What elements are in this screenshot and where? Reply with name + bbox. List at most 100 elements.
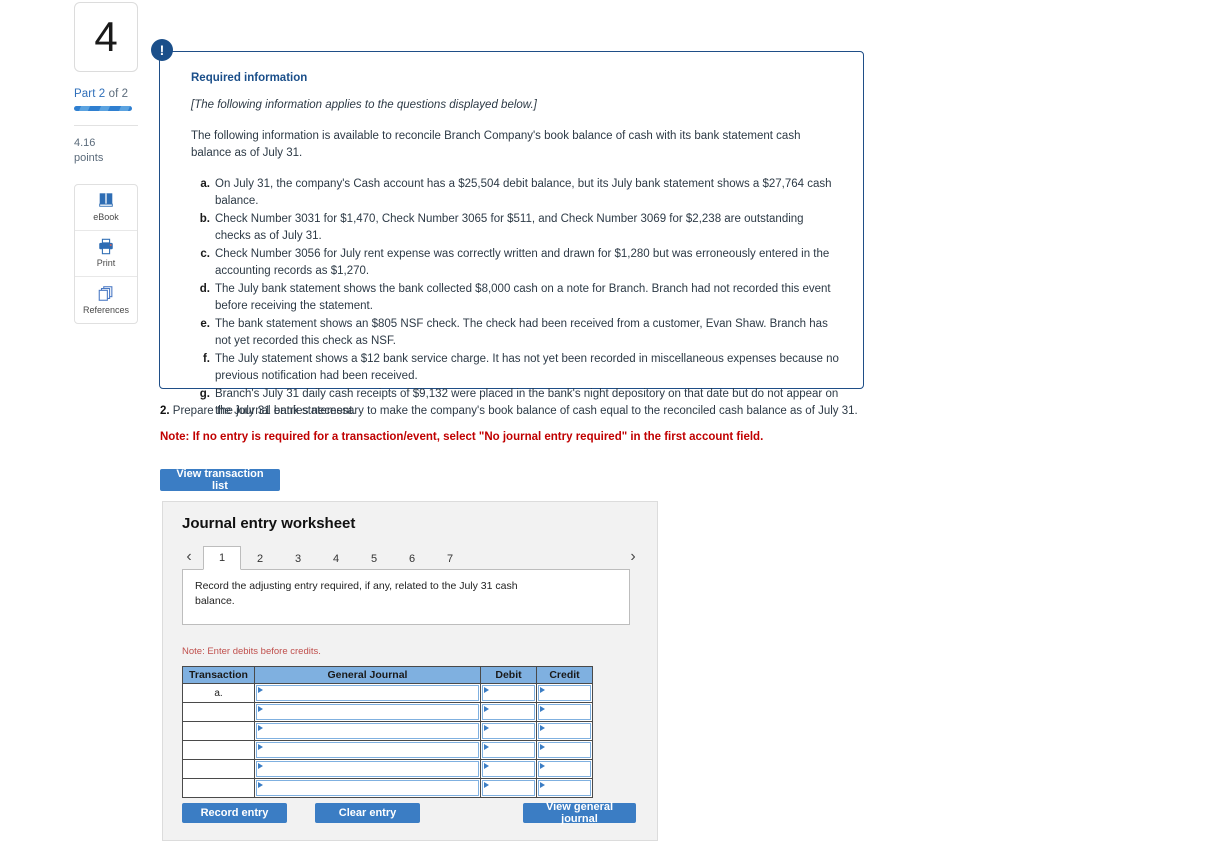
progress-stripe bbox=[118, 106, 131, 111]
credit-cell[interactable] bbox=[536, 759, 593, 779]
general-journal-cell[interactable] bbox=[254, 778, 481, 798]
credit-input[interactable] bbox=[538, 780, 591, 796]
credit-input[interactable] bbox=[538, 704, 591, 720]
sidebar-divider bbox=[74, 125, 138, 126]
fact-list: a. On July 31, the company's Cash accoun… bbox=[191, 176, 841, 420]
debit-cell[interactable] bbox=[480, 740, 537, 760]
applies-note: [The following information applies to th… bbox=[191, 99, 537, 111]
debit-input[interactable] bbox=[482, 742, 535, 758]
credit-input[interactable] bbox=[538, 761, 591, 777]
account-select[interactable] bbox=[256, 761, 479, 777]
general-journal-cell[interactable] bbox=[254, 702, 481, 722]
tab-6[interactable]: 6 bbox=[393, 546, 431, 570]
tool-stack: eBook Print References bbox=[74, 183, 138, 324]
list-item-text: Check Number 3056 for July rent expense … bbox=[215, 247, 830, 277]
worksheet-instruction-pane: Record the adjusting entry required, if … bbox=[182, 569, 630, 625]
account-select[interactable] bbox=[256, 723, 479, 739]
debit-cell[interactable] bbox=[480, 778, 537, 798]
tab-1[interactable]: 1 bbox=[203, 546, 241, 570]
debit-cell[interactable] bbox=[480, 702, 537, 722]
column-header-general-journal: General Journal bbox=[254, 666, 481, 684]
list-item: b. Check Number 3031 for $1,470, Check N… bbox=[191, 211, 841, 245]
points-unit: points bbox=[74, 151, 104, 164]
debit-cell[interactable] bbox=[480, 683, 537, 703]
account-select[interactable] bbox=[256, 704, 479, 720]
debit-cell[interactable] bbox=[480, 759, 537, 779]
assignment-page: 4 Part 2 of 2 4.16 points eBook Print Re… bbox=[0, 0, 1224, 857]
list-item: c. Check Number 3056 for July rent expen… bbox=[191, 246, 841, 280]
tab-2[interactable]: 2 bbox=[241, 546, 279, 570]
table-row bbox=[182, 740, 593, 760]
question-prompt-text: Prepare the journal entries necessary to… bbox=[169, 405, 858, 417]
general-journal-cell[interactable] bbox=[254, 759, 481, 779]
list-item-marker: d. bbox=[199, 282, 210, 295]
debits-before-credits-note: Note: Enter debits before credits. bbox=[182, 646, 321, 657]
required-information-title: Required information bbox=[191, 72, 308, 84]
record-entry-button[interactable]: Record entry bbox=[182, 803, 287, 823]
journal-entry-table: Transaction General Journal Debit Credit… bbox=[182, 666, 593, 798]
credit-input[interactable] bbox=[538, 723, 591, 739]
list-item: d. The July bank statement shows the ban… bbox=[191, 281, 841, 315]
ebook-label: eBook bbox=[93, 212, 119, 223]
credit-cell[interactable] bbox=[536, 683, 593, 703]
question-number-box: 4 bbox=[74, 2, 138, 72]
prev-tab-arrow[interactable]: ‹ bbox=[182, 548, 196, 566]
table-row bbox=[182, 759, 593, 779]
transaction-cell bbox=[182, 759, 255, 779]
points-value: 4.16 bbox=[74, 137, 96, 149]
alert-icon: ! bbox=[151, 39, 173, 61]
list-item-marker: c. bbox=[200, 247, 210, 260]
view-transaction-list-button[interactable]: View transaction list bbox=[160, 468, 280, 492]
view-general-journal-button[interactable]: View general journal bbox=[523, 801, 636, 825]
debit-input[interactable] bbox=[482, 761, 535, 777]
clear-entry-button[interactable]: Clear entry bbox=[315, 803, 420, 823]
ebook-button[interactable]: eBook bbox=[75, 185, 137, 231]
debit-input[interactable] bbox=[482, 685, 535, 701]
printer-icon bbox=[99, 238, 113, 255]
list-item-marker: a. bbox=[200, 177, 210, 190]
references-label: References bbox=[82, 304, 130, 315]
debit-input[interactable] bbox=[482, 723, 535, 739]
transaction-cell: a. bbox=[182, 683, 255, 703]
credit-cell[interactable] bbox=[536, 702, 593, 722]
transaction-cell bbox=[182, 778, 255, 798]
part-progress-bar bbox=[74, 106, 132, 111]
tab-3[interactable]: 3 bbox=[279, 546, 317, 570]
list-item: a. On July 31, the company's Cash accoun… bbox=[191, 176, 841, 210]
transaction-cell bbox=[182, 740, 255, 760]
transaction-cell bbox=[182, 721, 255, 741]
table-row bbox=[182, 778, 593, 798]
worksheet-title: Journal entry worksheet bbox=[182, 515, 356, 532]
account-select[interactable] bbox=[256, 742, 479, 758]
tab-5[interactable]: 5 bbox=[355, 546, 393, 570]
worksheet-instruction-text: Record the adjusting entry required, if … bbox=[195, 580, 518, 607]
general-journal-cell[interactable] bbox=[254, 740, 481, 760]
debit-input[interactable] bbox=[482, 780, 535, 796]
debit-cell[interactable] bbox=[480, 721, 537, 741]
credit-input[interactable] bbox=[538, 742, 591, 758]
general-journal-cell[interactable] bbox=[254, 721, 481, 741]
account-select[interactable] bbox=[256, 780, 479, 796]
next-tab-arrow[interactable]: › bbox=[626, 548, 640, 566]
column-header-credit: Credit bbox=[536, 666, 593, 684]
general-journal-cell[interactable] bbox=[254, 683, 481, 703]
credit-cell[interactable] bbox=[536, 721, 593, 741]
credit-cell[interactable] bbox=[536, 778, 593, 798]
credit-cell[interactable] bbox=[536, 740, 593, 760]
list-item-text: Check Number 3031 for $1,470, Check Numb… bbox=[215, 212, 804, 242]
journal-table-body: a. bbox=[182, 683, 593, 798]
print-button[interactable]: Print bbox=[75, 231, 137, 277]
part-indicator-total: of 2 bbox=[105, 88, 129, 100]
credit-input[interactable] bbox=[538, 685, 591, 701]
points-display: 4.16 points bbox=[74, 136, 140, 166]
book-icon bbox=[99, 193, 113, 207]
column-header-transaction: Transaction bbox=[182, 666, 255, 684]
debit-input[interactable] bbox=[482, 704, 535, 720]
references-button[interactable]: References bbox=[75, 277, 137, 323]
list-item-text: On July 31, the company's Cash account h… bbox=[215, 177, 832, 207]
tab-4[interactable]: 4 bbox=[317, 546, 355, 570]
account-select[interactable] bbox=[256, 685, 479, 701]
tab-7[interactable]: 7 bbox=[431, 546, 469, 570]
list-item-text: The July statement shows a $12 bank serv… bbox=[215, 352, 839, 382]
column-header-debit: Debit bbox=[480, 666, 537, 684]
